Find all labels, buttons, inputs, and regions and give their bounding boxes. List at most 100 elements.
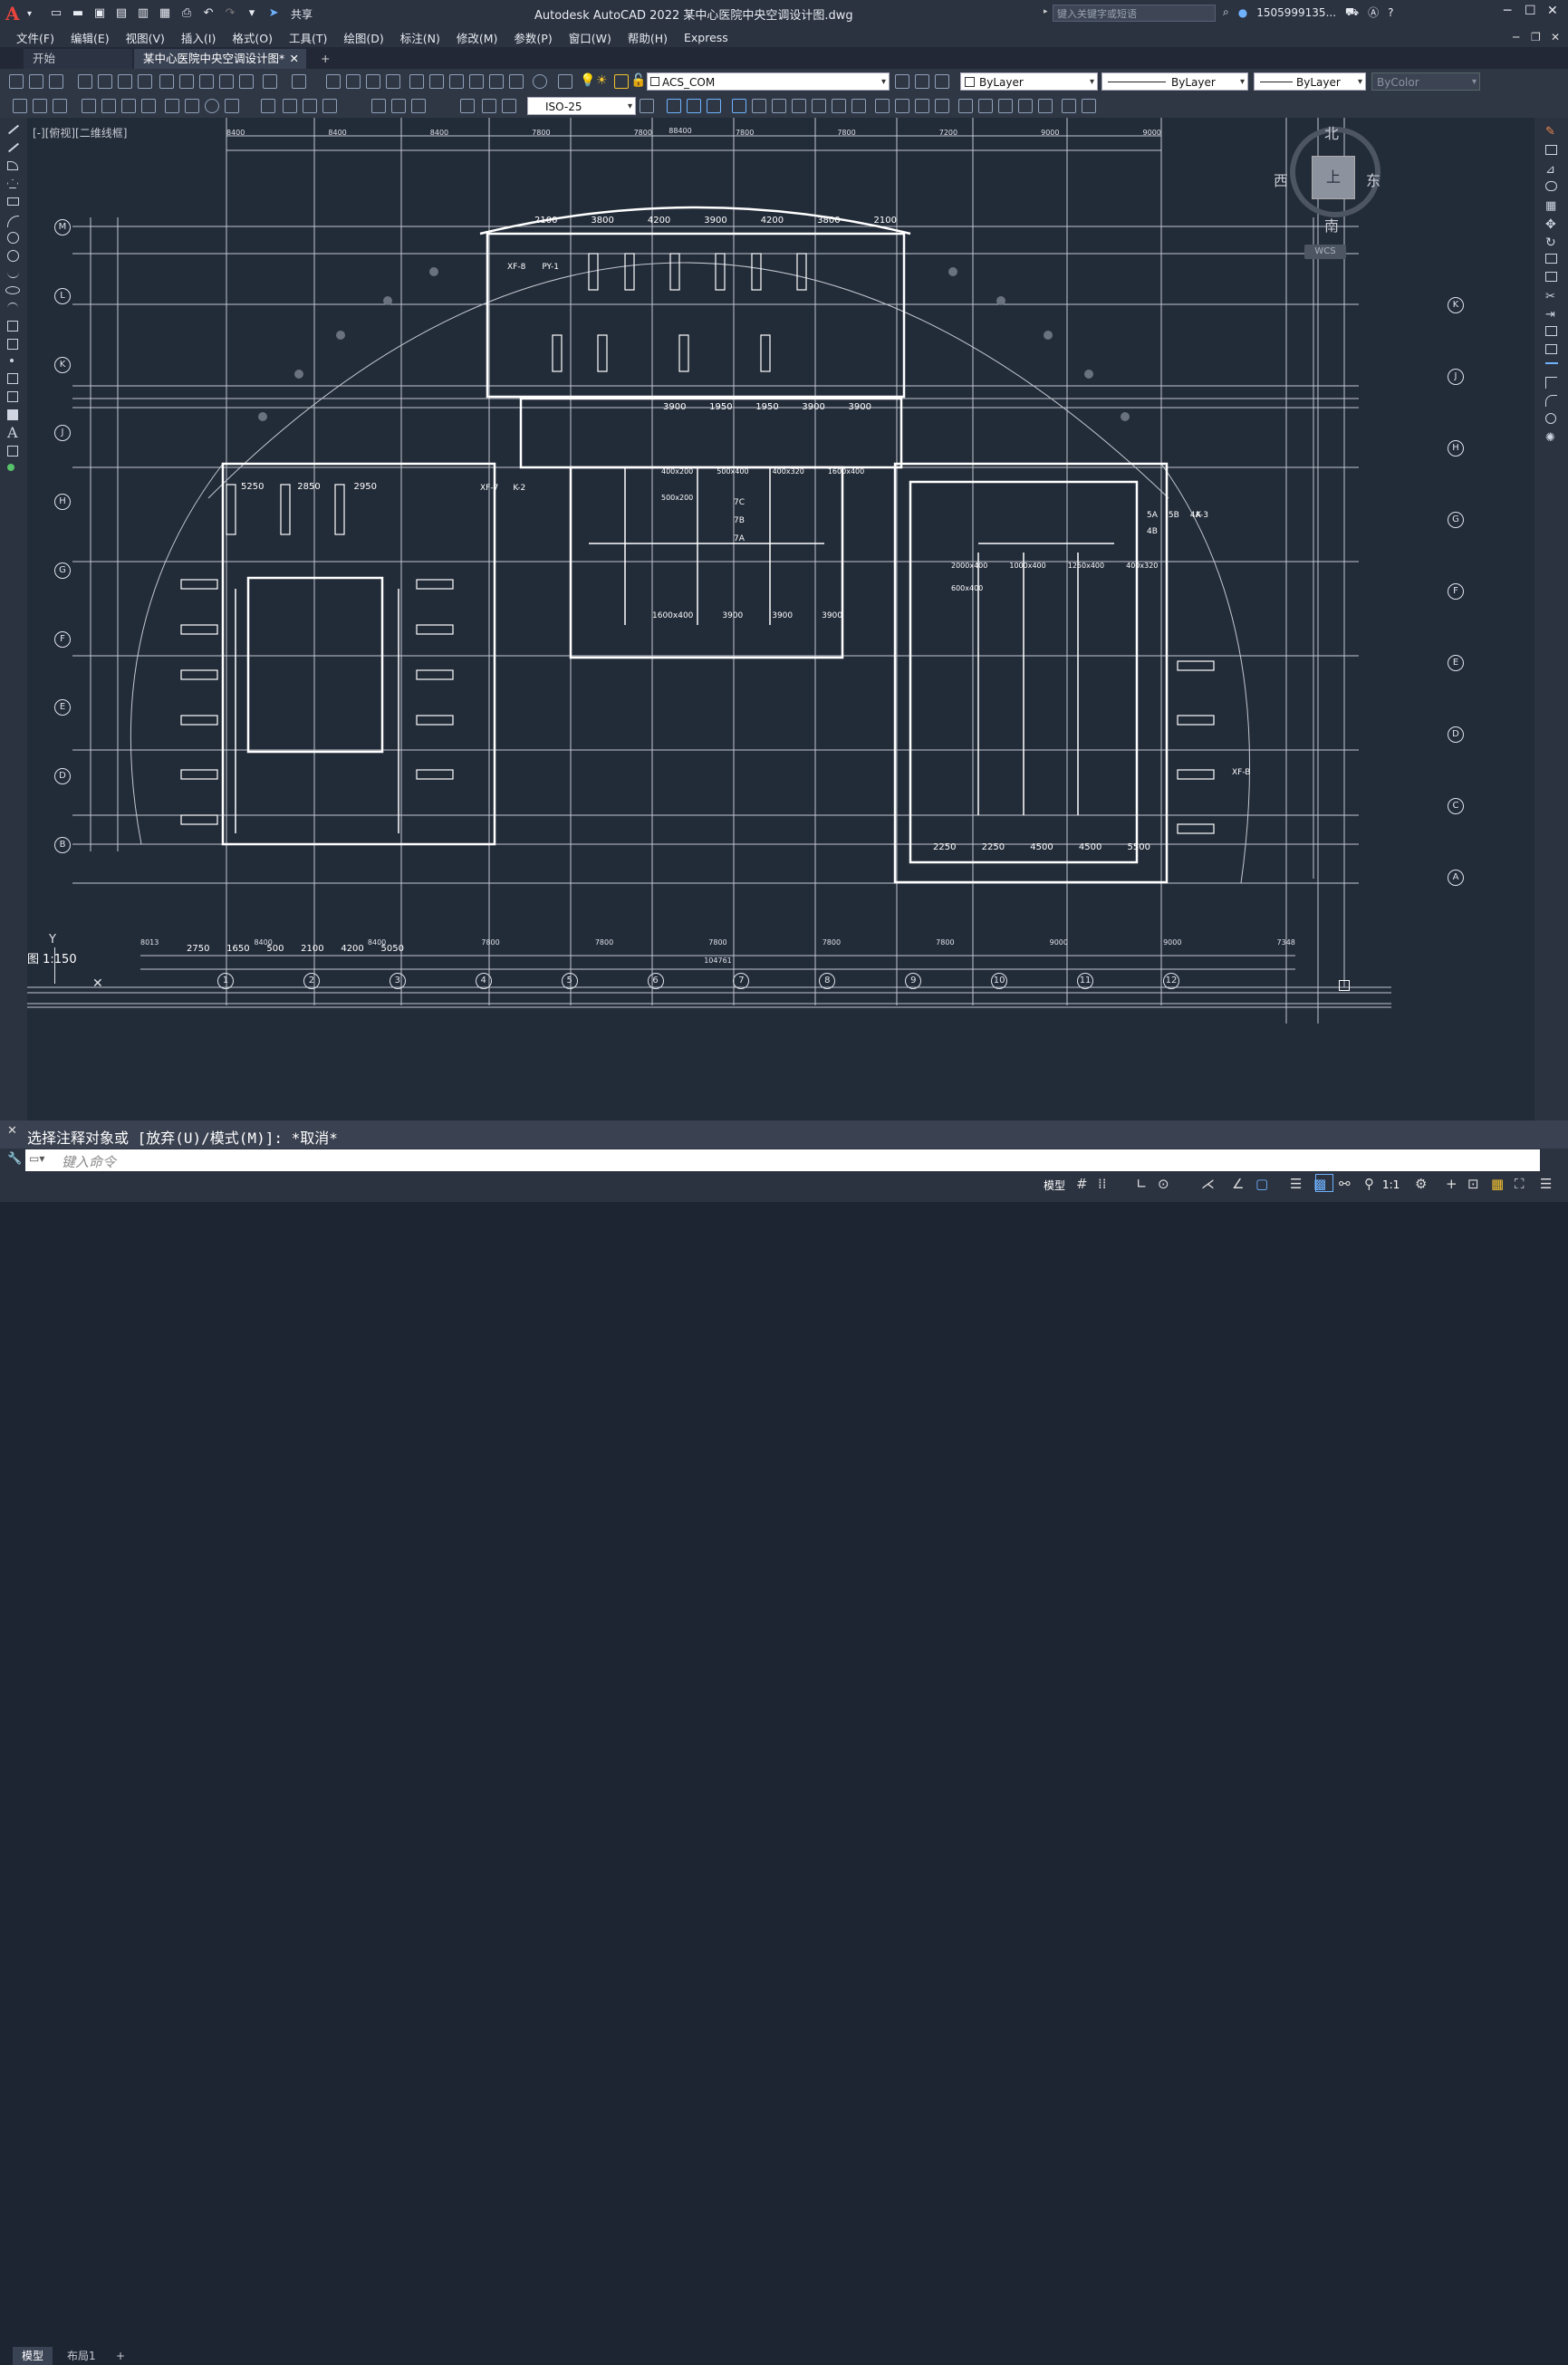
ucs-world-icon[interactable] [812,99,826,113]
plot-icon[interactable]: ⎙ [178,6,195,21]
viewcube-east[interactable]: 东 [1366,168,1380,190]
dim-ordinate-icon[interactable] [141,99,156,113]
quick-properties-icon[interactable]: ▦ [1491,1176,1504,1192]
stretch-icon[interactable] [1545,272,1557,282]
view-top-icon[interactable] [752,99,766,113]
lightbulb-icon[interactable]: 💡 [580,73,595,88]
menu-edit[interactable]: 编辑(E) [71,29,110,46]
zoom-previous-icon[interactable] [386,74,400,89]
web-save-icon[interactable]: ▦ [157,6,173,21]
dim-baseline-icon[interactable] [82,99,96,113]
dim-break-icon[interactable] [303,99,317,113]
user-name[interactable]: 1505999135... [1256,6,1336,19]
isodraft-icon[interactable]: ⋌ [1201,1176,1215,1192]
make-block-icon[interactable] [7,339,18,350]
layer-properties-icon[interactable] [558,74,572,89]
lineweight-icon[interactable]: ☰ [1290,1176,1302,1192]
plus-icon[interactable]: + [1446,1176,1457,1192]
ucs-zaxis-icon[interactable] [935,99,949,113]
open-icon[interactable]: ▬ [70,6,86,21]
doc-minimize-icon[interactable]: ─ [1513,31,1519,43]
menu-view[interactable]: 视图(V) [126,29,165,46]
lineweight-dropdown[interactable]: ByLayer ▾ [1254,72,1366,91]
maximize-icon[interactable]: ☐ [1525,4,1536,18]
3d-print-icon[interactable] [138,74,152,89]
customize-qat-icon[interactable]: ▾ [244,6,260,21]
dim-update-icon[interactable] [502,99,516,113]
viewport-freeze-icon[interactable] [614,74,629,89]
sheet-set-icon[interactable] [469,74,484,89]
web-open-icon[interactable]: ▥ [135,6,151,21]
ellipse-icon[interactable] [5,286,20,294]
jogged-linear-icon[interactable] [411,99,426,113]
fillet-icon[interactable] [1545,395,1557,407]
minimize-icon[interactable]: ─ [1504,4,1511,18]
dim-space-icon[interactable] [283,99,297,113]
multiline-text-icon[interactable]: A [7,424,18,441]
publish-icon[interactable] [118,74,132,89]
view-left-icon[interactable] [707,99,721,113]
infer-constraints-icon[interactable]: ∟ [1136,1176,1148,1192]
explode-icon[interactable]: ✺ [1545,431,1555,445]
units-icon[interactable]: ⊡ [1467,1176,1479,1192]
array-icon[interactable]: ▦ [1545,199,1556,213]
annotation-visibility-icon[interactable]: ⚲ [1364,1176,1374,1192]
autodesk-app-icon[interactable]: Ⓐ [1368,5,1379,20]
tolerance-icon[interactable] [322,99,337,113]
tab-start[interactable]: 开始 [24,49,132,69]
annotation-monitor-icon[interactable]: ⚯ [1339,1176,1351,1192]
paste-icon[interactable] [199,74,214,89]
dim-arc-icon[interactable] [121,99,136,113]
drawing-canvas[interactable]: 8 8400 8400 8400 8400 7800 7800 7800 7800… [27,118,1534,1120]
insert-block-icon[interactable] [7,321,18,332]
markup-icon[interactable] [489,74,504,89]
viewcube-top-face[interactable]: 上 [1312,156,1355,199]
doc-restore-icon[interactable]: ❐ [1531,31,1541,43]
quickcalc-icon[interactable] [509,74,524,89]
pan-icon[interactable] [326,74,341,89]
snap-icon[interactable]: ⁞⁞ [1098,1176,1107,1192]
undo-icon[interactable]: ↶ [200,6,216,21]
app-logo[interactable]: A [5,4,25,24]
ucs-apply-icon[interactable] [1038,99,1053,113]
dim-text-edit-icon[interactable] [482,99,496,113]
hatch-icon[interactable] [7,373,18,384]
properties-icon[interactable] [409,74,424,89]
inspect-icon[interactable] [391,99,406,113]
ucs-object-icon[interactable] [875,99,890,113]
zoom-realtime-icon[interactable] [346,74,361,89]
chamfer-icon[interactable] [1545,377,1557,389]
block-editor-icon[interactable] [239,74,254,89]
dim-continue-icon[interactable] [101,99,116,113]
share-button[interactable]: 共享 [291,6,313,22]
extend-icon[interactable]: ⇥ [1545,308,1555,322]
close-command-icon[interactable]: ✕ [7,1124,17,1138]
mirror-icon[interactable]: ⊿ [1545,163,1555,177]
command-input[interactable]: ▭▾ 键入命令 [25,1149,1540,1171]
expand-search-icon[interactable]: ▸ [1044,7,1048,16]
quick-dimension-icon[interactable] [261,99,275,113]
new-icon[interactable]: ▭ [48,6,64,21]
layer-match-icon[interactable] [935,74,949,89]
new-icon[interactable] [9,74,24,89]
save-icon[interactable]: ▣ [91,6,108,21]
table-icon[interactable] [7,446,18,457]
viewcube-south[interactable]: 南 [1324,214,1339,236]
layer-dropdown[interactable]: ACS_COM ▾ [647,72,890,91]
region-icon[interactable] [7,409,18,420]
menu-help[interactable]: 帮助(H) [628,29,668,46]
ucs-previous-icon[interactable] [832,99,846,113]
tool-palettes-icon[interactable] [449,74,464,89]
polygon-icon[interactable] [7,179,18,188]
rectangle-icon[interactable] [7,197,19,206]
selection-cycling-icon[interactable] [1315,1174,1333,1192]
line-icon[interactable] [7,124,20,135]
saveas-icon[interactable]: ▤ [113,6,130,21]
menu-draw[interactable]: 绘图(D) [343,29,383,46]
dimension-linear-icon[interactable] [33,99,47,113]
new-tab-icon[interactable]: + [312,49,335,69]
design-center-icon[interactable] [429,74,444,89]
ucs-z-icon[interactable] [1018,99,1033,113]
customize-status-icon[interactable]: ☰ [1540,1176,1552,1192]
redo-icon[interactable] [292,74,306,89]
